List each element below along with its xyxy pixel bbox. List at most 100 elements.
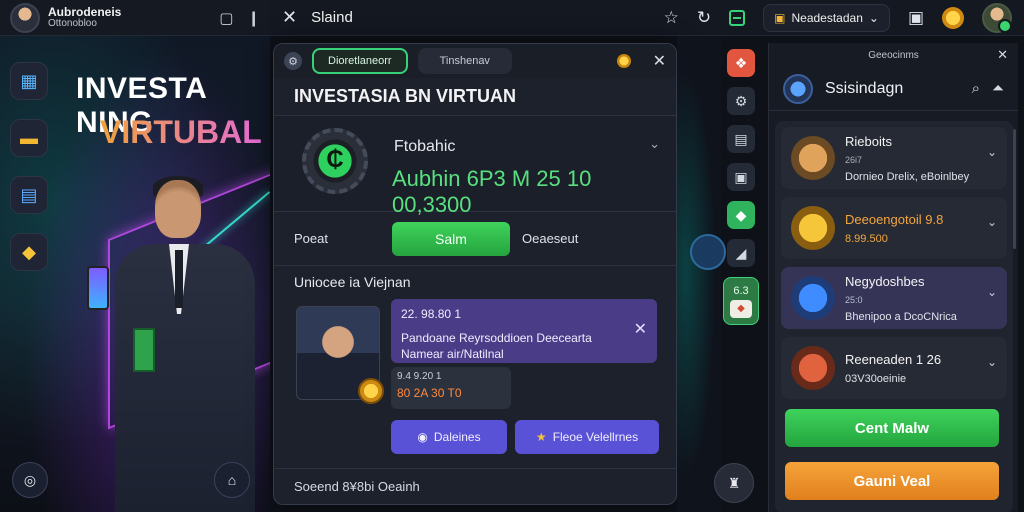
trophy-icon[interactable]: ♜ xyxy=(714,463,754,503)
head xyxy=(155,180,201,238)
balance-card: Ftobahic Aubhin 6P3 M 25 10 00,3300 ⌄ xyxy=(274,116,676,217)
chevron-down-icon: ⌄ xyxy=(868,10,879,25)
settings-icon[interactable]: ⚙ xyxy=(284,52,302,70)
tie xyxy=(175,250,183,308)
sun-gear-icon xyxy=(791,206,835,250)
refresh-icon[interactable]: ↻ xyxy=(697,8,711,28)
balance-label: Ftobahic xyxy=(394,138,456,155)
list-item-name: Negydoshbes xyxy=(845,273,925,289)
top-bar: ✕ Slaind ☆ ↻ ▣ Neadestadan ⌄ ▣ xyxy=(270,0,1024,36)
document-icon[interactable]: ▤ xyxy=(10,176,48,214)
lock-icon[interactable]: ⌂ xyxy=(214,462,250,498)
list-item-value: 25:0 xyxy=(845,294,863,305)
asset-list: Rieboits 26i7 Dornieo Drelix, eBoinlbey … xyxy=(775,121,1013,512)
favorite-button[interactable]: ★ Fleoe Velellrnes xyxy=(515,420,659,454)
chevron-down-icon[interactable]: ⌄ xyxy=(987,215,997,229)
value-card-label: 9.4 9.20 1 xyxy=(397,371,442,382)
profile-header-icons: ▢ ❙ xyxy=(219,9,260,27)
chat-icon[interactable]: ▢ xyxy=(219,9,233,27)
scrollbar[interactable] xyxy=(1013,129,1016,249)
orange-action-button[interactable]: Gauni Veal xyxy=(785,462,999,500)
menu-icon[interactable]: ❙ xyxy=(247,9,260,27)
card-close-icon[interactable]: ✕ xyxy=(634,319,647,339)
list-item-name: Rieboits xyxy=(845,133,892,149)
coin-icon[interactable] xyxy=(942,6,964,29)
list-item[interactable]: Reeneaden 1 26 03V30oeinie ⌄ xyxy=(781,337,1007,399)
star-icon: ★ xyxy=(535,430,547,444)
window-title: Slaind xyxy=(311,9,353,26)
workspace-dropdown[interactable]: ▣ Neadestadan ⌄ xyxy=(763,3,890,32)
chevron-down-icon[interactable]: ⌄ xyxy=(987,145,997,159)
spreadsheet-icon[interactable] xyxy=(729,9,746,26)
list-item-text: Negydoshbes 25:0 Bhenipoo a DcoCNrica xyxy=(845,274,957,323)
calendar-icon[interactable]: ▦ xyxy=(10,62,48,100)
secondary-action-link[interactable]: Oeaeseut xyxy=(522,231,578,246)
user-settings-icon[interactable]: ⚙ xyxy=(727,87,755,115)
robot-icon xyxy=(791,136,835,180)
businessman-illustration xyxy=(87,176,255,512)
card-subtext: Namear air/Natilnal xyxy=(401,347,504,361)
window-icon[interactable]: ▣ xyxy=(908,8,924,28)
gift-icon: ◆ xyxy=(730,299,752,318)
list-item-selected[interactable]: Negydoshbes 25:0 Bhenipoo a DcoCNrica ⌄ xyxy=(781,267,1007,329)
details-button[interactable]: ◉ Daleines xyxy=(391,420,507,454)
user-avatar[interactable] xyxy=(982,2,1012,33)
chat-bubble-icon[interactable]: ◆ xyxy=(10,233,48,271)
profile-header: Aubrodeneis Ottonobloo ▢ ❙ xyxy=(0,0,270,36)
green-action-button[interactable]: Cent Malw xyxy=(785,409,999,447)
flame-icon[interactable]: ❖ xyxy=(727,49,755,77)
tab-active[interactable]: Dioretlaneorr xyxy=(312,48,408,74)
close-icon[interactable]: ✕ xyxy=(282,7,297,28)
investment-card[interactable]: 22. 98.80 1 Pandoane Reyrsoddioen Deecea… xyxy=(391,299,657,363)
help-icon[interactable]: ◎ xyxy=(12,462,48,498)
balance-value: Aubhin 6P3 M 25 10 00,3300 xyxy=(392,166,592,217)
right-panel-header: Ssisindagn ⌕ ⏶ xyxy=(769,67,1018,111)
hero-subtitle: VIRTUBAL xyxy=(100,114,262,150)
modal-footer: Soeend 8¥8bi Oeainh xyxy=(274,468,676,504)
side-rail: ▦ ▬ ▤ ◆ xyxy=(10,62,48,271)
gear-logo-icon xyxy=(302,128,368,194)
list-item-text: Rieboits 26i7 Dornieo Drelix, eBoinlbey xyxy=(845,134,969,183)
user-name: Aubrodeneis xyxy=(48,4,122,19)
cash-icon[interactable]: ◆ xyxy=(727,201,755,229)
modal-title: INVESTASIA BN VIRTUAN xyxy=(274,78,676,116)
chevron-down-icon[interactable]: ⌄ xyxy=(987,285,997,299)
avatar[interactable] xyxy=(10,2,40,33)
background-strip xyxy=(677,36,721,512)
icon-column: ❖ ⚙ ▤ ▣ ◆ ◢ 6.3 ◆ xyxy=(721,43,761,373)
right-panel-top: Geeocinms ✕ xyxy=(769,43,1018,67)
list-item[interactable]: Deeoengotoil 9.8 8.99.500 ⌄ xyxy=(781,197,1007,259)
favorite-button-label: Fleoe Velellrnes xyxy=(552,430,639,444)
tab-inactive[interactable]: Tinshenav xyxy=(417,48,512,74)
modal-close-icon[interactable]: ✕ xyxy=(653,51,666,71)
gold-bar-icon[interactable]: ▬ xyxy=(10,119,48,157)
action-row: Poeat Salm Oeaeseut xyxy=(274,212,676,266)
value-card: 9.4 9.20 1 80 2A 30 T0 xyxy=(391,367,511,409)
list-item-name: Deeoengotoil 9.8 xyxy=(845,211,944,227)
money-icon xyxy=(133,328,155,372)
bag-icon[interactable]: ▣ xyxy=(727,163,755,191)
rating-badge[interactable]: 6.3 ◆ xyxy=(723,277,759,325)
chart-icon[interactable]: ◢ xyxy=(727,239,755,267)
key-icon xyxy=(791,276,835,320)
button-row: ◉ Daleines ★ Fleoe Velellrnes xyxy=(391,420,659,454)
hero-panel: Aubrodeneis Ottonobloo ▢ ❙ ▦ ▬ ▤ ◆ INVES… xyxy=(0,0,270,512)
chevron-down-icon[interactable]: ⌄ xyxy=(987,355,997,369)
search-icon[interactable]: ⌕ xyxy=(972,80,980,97)
user-subtitle: Ottonobloo xyxy=(48,17,97,29)
close-icon[interactable]: ✕ xyxy=(997,47,1008,63)
right-panel-top-label: Geeocinms xyxy=(868,49,919,61)
primary-action-button[interactable]: Salm xyxy=(392,221,510,256)
user-icon[interactable]: ⏶ xyxy=(992,80,1004,97)
list-item-text: Deeoengotoil 9.8 8.99.500 xyxy=(845,212,943,245)
coin-icon xyxy=(616,54,631,68)
phone-icon xyxy=(87,266,109,310)
list-item[interactable]: Rieboits 26i7 Dornieo Drelix, eBoinlbey … xyxy=(781,127,1007,189)
workspace-dropdown-label: Neadestadan xyxy=(791,10,863,25)
chevron-down-icon[interactable]: ⌄ xyxy=(649,136,660,152)
star-icon[interactable]: ☆ xyxy=(664,8,679,28)
spiral-icon xyxy=(791,346,835,390)
clipboard-icon[interactable]: ▤ xyxy=(727,125,755,153)
investment-modal: ⚙ Dioretlaneorr Tinshenav ✕ INVESTASIA B… xyxy=(273,43,677,505)
target-icon: ◉ xyxy=(417,430,428,444)
